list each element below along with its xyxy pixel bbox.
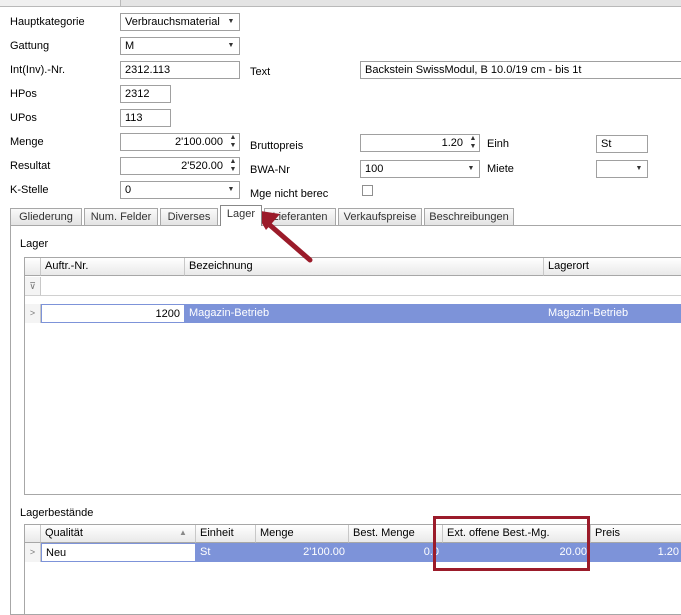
cell-lagerort[interactable]: Magazin-Betrieb [544,304,681,323]
tab-num-felder[interactable]: Num. Felder [84,208,158,225]
intnr-label: Int(Inv).-Nr. [10,64,66,76]
gattung-label: Gattung [10,40,50,52]
tab-beschreibungen[interactable]: Beschreibungen [424,208,514,225]
spinner-icon[interactable]: ▲ ▼ [467,135,479,151]
cell-auftr[interactable]: 1200 [41,304,185,323]
cell-qualitaet[interactable]: Neu [41,543,196,562]
spinner-icon[interactable]: ▲ ▼ [227,158,239,174]
resultat-value: 2'520.00 [181,160,223,172]
column-header-auftr[interactable]: Auftr.-Nr. [41,258,185,276]
filter-icon[interactable]: ⊽ [25,277,41,296]
chevron-down-icon[interactable]: ▼ [223,38,239,54]
kstelle-label: K-Stelle [10,184,49,196]
menge-stepper[interactable]: 2'100.000 ▲ ▼ [120,133,240,151]
resultat-stepper[interactable]: 2'520.00 ▲ ▼ [120,157,240,175]
bruttopreis-value: 1.20 [441,137,463,149]
row-indicator-header [25,525,41,543]
miete-label: Miete [487,163,514,175]
column-header-bezeichnung[interactable]: Bezeichnung [185,258,544,276]
cell-preis[interactable]: 1.20 [591,543,681,562]
column-header-preis[interactable]: Preis [591,525,681,543]
upos-label: UPos [10,112,37,124]
bruttopreis-label: Bruttopreis [250,140,304,152]
filter-row[interactable] [41,277,681,296]
row-pointer-icon: > [25,543,41,562]
window-top-strip [0,0,681,7]
cell-bezeichnung[interactable]: Magazin-Betrieb [185,304,544,323]
row-indicator-header [25,258,41,276]
tab-gliederung[interactable]: Gliederung [10,208,82,225]
annotation-arrow-icon [254,210,313,263]
bruttopreis-stepper[interactable]: 1.20 ▲ ▼ [360,134,480,152]
bestaende-section-title: Lagerbestände [20,507,94,519]
cell-einheit[interactable]: St [196,543,256,562]
tab-lager[interactable]: Lager [220,205,262,226]
kstelle-value: 0 [125,184,132,196]
cell-menge[interactable]: 2'100.00 [256,543,349,562]
hpos-label: HPos [10,88,37,100]
upos-field[interactable]: 113 [120,109,171,127]
lager-grid: Auftr.-Nr. Bezeichnung Lagerort ⊽ > 1200… [24,257,681,495]
bwanr-select[interactable]: 100 ▼ [360,160,480,178]
gattung-value: M [125,40,135,52]
chevron-down-icon[interactable]: ▼ [223,182,239,198]
hauptkategorie-value: Verbrauchsmaterial [125,16,220,28]
column-header-lagerort[interactable]: Lagerort [544,258,681,276]
lager-section-title: Lager [20,238,49,250]
chevron-down-icon[interactable]: ▼ [631,161,647,177]
tab-diverses[interactable]: Diverses [160,208,218,225]
mge-checkbox[interactable] [362,185,373,196]
column-header-einheit[interactable]: Einheit [196,525,256,543]
column-header-menge[interactable]: Menge [256,525,349,543]
text-label: Text [250,66,271,78]
bwanr-label: BWA-Nr [250,164,290,176]
row-pointer-icon: > [25,304,41,323]
text-field[interactable]: Backstein SwissModul, B 10.0/19 cm - bis… [360,61,681,79]
miete-select[interactable]: ▼ [596,160,648,178]
chevron-down-icon[interactable]: ▼ [463,161,479,177]
resultat-label: Resultat [10,160,51,172]
gattung-select[interactable]: M ▼ [120,37,240,55]
kstelle-select[interactable]: 0 ▼ [120,181,240,199]
menge-value: 2'100.000 [175,136,223,148]
intnr-field[interactable]: 2312.113 [120,61,240,79]
highlight-annotation-box [433,516,590,571]
tab-verkaufspreise[interactable]: Verkaufspreise [338,208,422,225]
chevron-down-icon[interactable]: ▼ [223,14,239,30]
einh-label: Einh [487,138,510,150]
column-header-best-menge[interactable]: Best. Menge [349,525,443,543]
hpos-field[interactable]: 2312 [120,85,171,103]
spinner-icon[interactable]: ▲ ▼ [227,134,239,150]
menge-label: Menge [10,136,44,148]
column-header-qualitaet[interactable]: Qualität [41,525,196,543]
toolbar-fragment [0,0,121,6]
hauptkategorie-select[interactable]: Verbrauchsmaterial ▼ [120,13,240,31]
cell-best-menge[interactable]: 0.0 [349,543,443,562]
einh-field[interactable]: St [596,135,648,153]
bwanr-value: 100 [365,163,384,175]
hauptkategorie-label: Hauptkategorie [10,16,85,28]
sort-ascending-icon: ▲ [179,528,187,537]
